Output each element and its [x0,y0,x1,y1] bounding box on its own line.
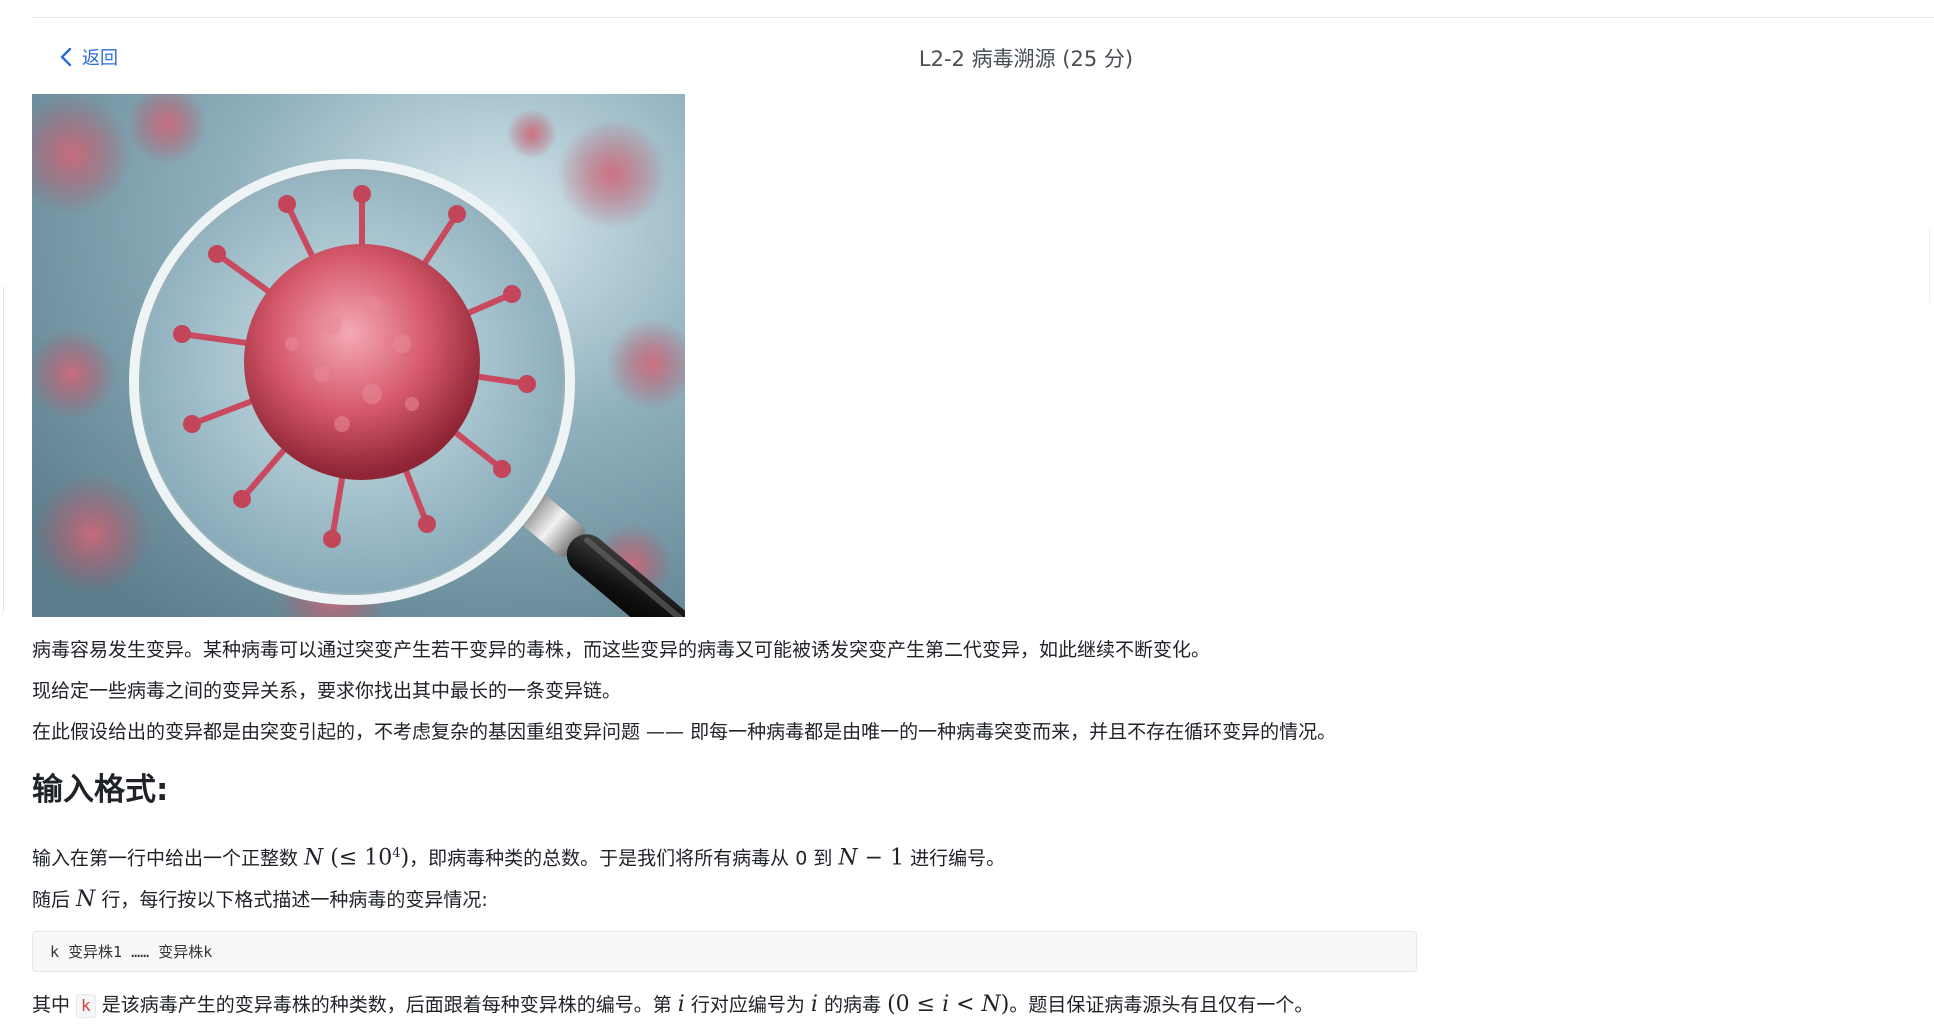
input-format-code-sample: k 变异株1 …… 变异株k [32,931,1417,973]
problem-header: 返回 L2-2 病毒溯源 (25 分) [32,38,1934,74]
right-panel-edge [1929,225,1934,305]
inline-code-k: k [76,994,96,1019]
virus-magnifier-image [32,94,685,617]
description-paragraph-2: 现给定一些病毒之间的变异关系，要求你找出其中最长的一条变异链。 [32,680,622,702]
description-paragraph-3: 在此假设给出的变异都是由突变引起的，不考虑复杂的基因重组变异问题 —— 即每一种… [32,721,1337,743]
input-line-2: 随后 N 行，每行按以下格式描述一种病毒的变异情况: [32,887,488,913]
top-divider [32,17,1934,18]
input-line-1: 输入在第一行中给出一个正整数 N (≤ 104)，即病毒种类的总数。于是我们将所… [32,845,1006,871]
input-format-heading: 输入格式: [32,772,169,808]
problem-body: 病毒容易发生变异。某种病毒可以通过突变产生若干变异的毒株，而这些变异的病毒又可能… [32,630,1432,1026]
problem-title: L2-2 病毒溯源 (25 分) [918,47,1134,71]
description-paragraph-1: 病毒容易发生变异。某种病毒可以通过突变产生若干变异的毒株，而这些变异的病毒又可能… [32,639,1211,661]
input-line-3: 其中 k 是该病毒产生的变异毒株的种类数，后面跟着每种变异株的编号。第 i 行对… [32,992,1314,1019]
left-panel-edge [0,285,4,615]
